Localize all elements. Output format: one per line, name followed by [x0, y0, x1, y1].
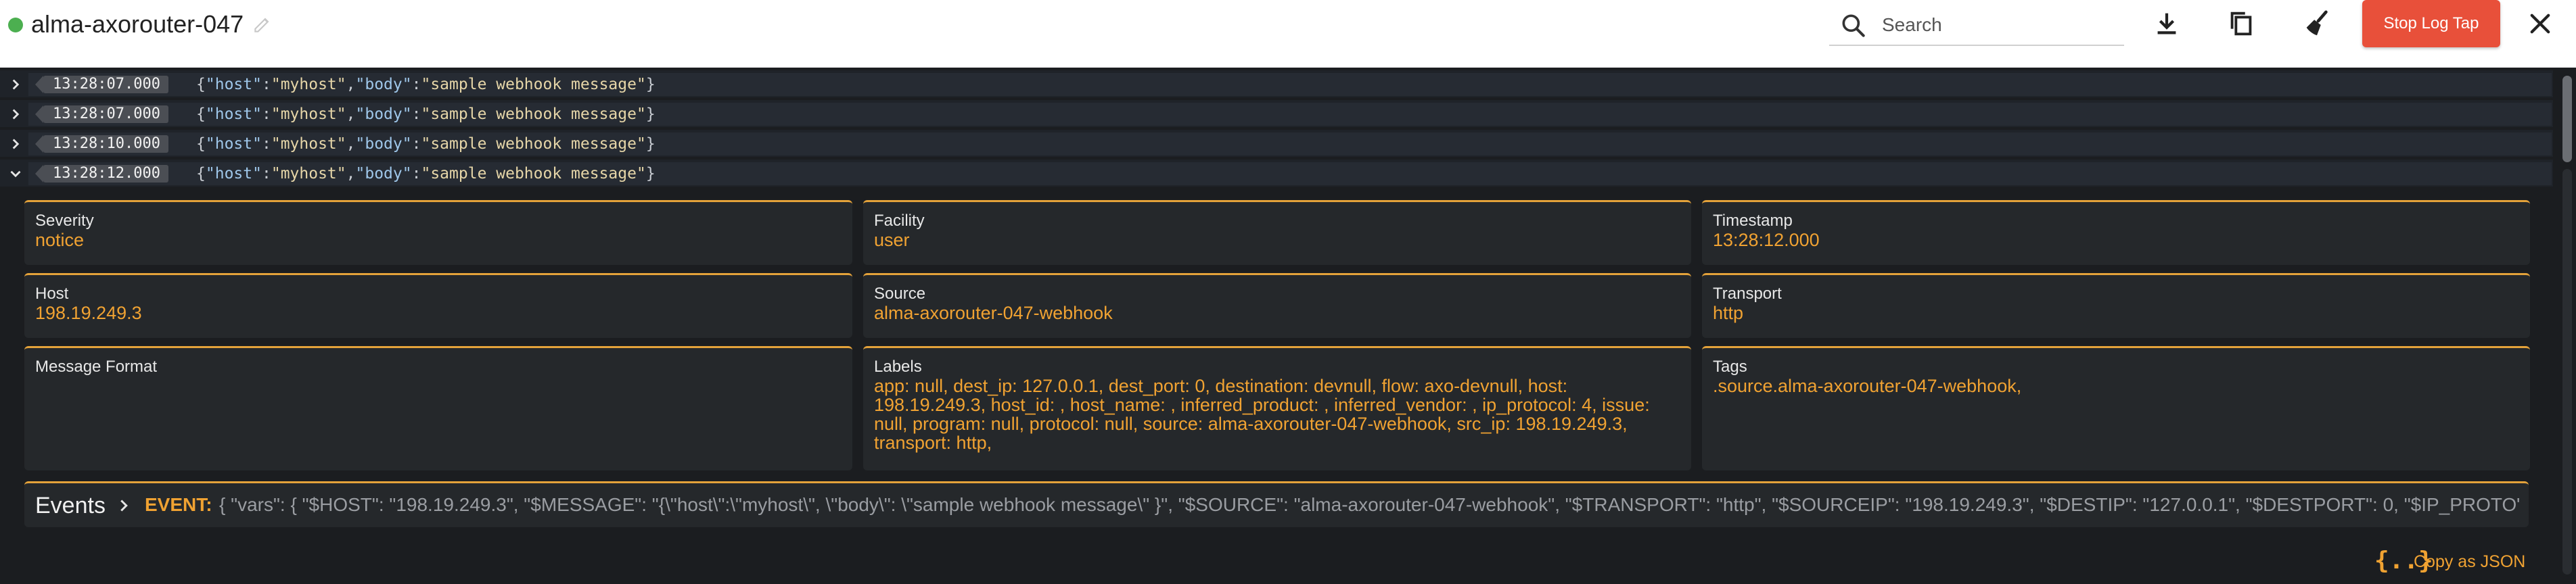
severity-card: Severity notice — [24, 200, 852, 265]
json-value-host: myhost — [280, 165, 337, 182]
transport-card: Transport http — [1702, 273, 2530, 338]
json-key-host: host — [214, 165, 253, 182]
log-message: {"host":"myhost","body":"sample webhook … — [196, 165, 656, 182]
log-timestamp: 13:28:07.000 — [35, 76, 168, 93]
log-timestamp: 13:28:10.000 — [35, 135, 168, 153]
host-card: Host 198.19.249.3 — [24, 273, 852, 338]
events-json: { "vars": { "$HOST": "198.19.249.3", "$M… — [219, 494, 2519, 515]
scrollbar-thumb[interactable] — [2562, 76, 2572, 162]
log-message: {"host":"myhost","body":"sample webhook … — [196, 135, 656, 153]
log-row[interactable]: 13:28:07.000 {"host":"myhost","body":"sa… — [0, 70, 2553, 97]
search-input[interactable] — [1881, 9, 2113, 41]
source-label: Source — [874, 285, 926, 303]
facility-card: Facility user — [863, 200, 1691, 265]
log-row[interactable]: 13:28:07.000 {"host":"myhost","body":"sa… — [0, 100, 2553, 127]
json-value-body: sample webhook message — [430, 76, 637, 93]
search-box — [1829, 4, 2124, 46]
page-title: alma-axorouter-047 — [31, 10, 244, 38]
tags-value: .source.alma-axorouter-047-webhook, — [1713, 376, 2022, 396]
json-value-body: sample webhook message — [430, 135, 637, 153]
tags-card: Tags .source.alma-axorouter-047-webhook, — [1702, 346, 2530, 470]
json-key-body: body — [365, 165, 402, 182]
source-card: Source alma-axorouter-047-webhook — [863, 273, 1691, 338]
json-key-host: host — [214, 76, 253, 93]
host-value: 198.19.249.3 — [35, 303, 142, 323]
transport-label: Transport — [1713, 285, 1782, 303]
host-label: Host — [35, 285, 69, 303]
log-message: {"host":"myhost","body":"sample webhook … — [196, 76, 656, 93]
copy-as-json-label: Copy as JSON — [2414, 552, 2526, 571]
labels-card: Labels app: null, dest_ip: 127.0.0.1, de… — [863, 346, 1691, 470]
chevron-right-icon[interactable] — [7, 105, 24, 123]
log-row[interactable]: 13:28:10.000 {"host":"myhost","body":"sa… — [0, 130, 2553, 157]
labels-value: app: null, dest_ip: 127.0.0.1, dest_port… — [874, 376, 1650, 453]
chevron-right-icon[interactable] — [7, 135, 24, 153]
transport-value: http — [1713, 303, 1744, 323]
log-scrollbar[interactable] — [2557, 68, 2576, 584]
timestamp-label: Timestamp — [1713, 212, 1793, 230]
pencil-icon[interactable] — [252, 14, 273, 35]
message-format-card: Message Format — [24, 346, 852, 470]
chevron-right-icon[interactable] — [114, 495, 134, 516]
json-key-host: host — [214, 135, 253, 153]
severity-value: notice — [35, 230, 85, 250]
events-title: Events — [35, 493, 106, 518]
facility-value: user — [874, 230, 910, 250]
log-timestamp: 13:28:12.000 — [35, 165, 168, 182]
json-value-host: myhost — [280, 105, 337, 123]
tags-label: Tags — [1713, 358, 1747, 376]
close-icon[interactable] — [2526, 9, 2554, 38]
chevron-down-icon[interactable] — [7, 165, 24, 182]
chevron-right-icon[interactable] — [7, 76, 24, 93]
broom-icon[interactable] — [2301, 8, 2332, 39]
events-bar[interactable]: Events EVENT: { "vars": { "$HOST": "198.… — [24, 481, 2529, 527]
timestamp-card: Timestamp 13:28:12.000 — [1702, 200, 2530, 265]
labels-label: Labels — [874, 358, 922, 376]
json-key-body: body — [365, 135, 402, 153]
stop-log-tap-button[interactable]: Stop Log Tap — [2362, 0, 2500, 47]
search-icon — [1842, 14, 1865, 37]
json-value-host: myhost — [280, 76, 337, 93]
log-row-expanded[interactable]: 13:28:12.000 {"host":"myhost","body":"sa… — [0, 160, 2553, 187]
facility-label: Facility — [874, 212, 925, 230]
download-icon[interactable] — [2151, 8, 2182, 39]
scrollbar-track[interactable] — [2562, 169, 2572, 575]
json-key-host: host — [214, 105, 253, 123]
json-key-body: body — [365, 76, 402, 93]
status-indicator — [8, 18, 23, 32]
json-value-body: sample webhook message — [430, 165, 637, 182]
json-value-body: sample webhook message — [430, 105, 637, 123]
events-key: EVENT: — [145, 494, 212, 515]
copy-as-json-button[interactable]: {..} Copy as JSON — [2373, 546, 2529, 576]
json-value-host: myhost — [280, 135, 337, 153]
log-message: {"host":"myhost","body":"sample webhook … — [196, 105, 656, 123]
severity-label: Severity — [35, 212, 94, 230]
message-format-label: Message Format — [35, 358, 158, 376]
log-timestamp: 13:28:07.000 — [35, 105, 168, 123]
copy-icon[interactable] — [2226, 8, 2257, 39]
json-key-body: body — [365, 105, 402, 123]
source-value: alma-axorouter-047-webhook — [874, 303, 1113, 323]
tap-header: alma-axorouter-047 Stop Log Tap — [0, 0, 2576, 68]
timestamp-value: 13:28:12.000 — [1713, 230, 1820, 250]
